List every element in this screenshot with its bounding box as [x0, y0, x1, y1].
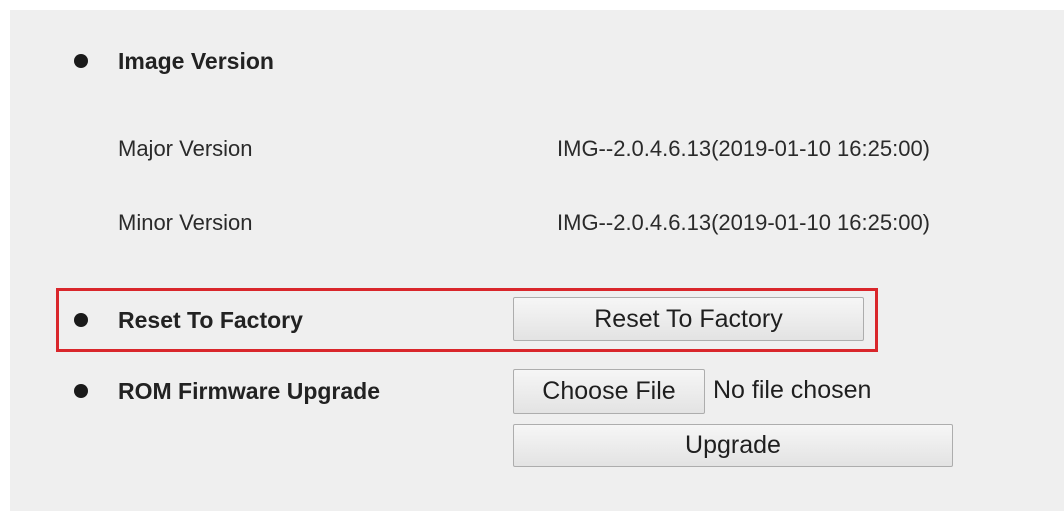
- reset-to-factory-button[interactable]: Reset To Factory: [513, 297, 864, 341]
- bullet-icon: [74, 313, 88, 327]
- reset-to-factory-title: Reset To Factory: [118, 307, 303, 333]
- upgrade-button[interactable]: Upgrade: [513, 424, 953, 467]
- major-version-value: IMG--2.0.4.6.13(2019-01-10 16:25:00): [557, 136, 931, 161]
- minor-version-value: IMG--2.0.4.6.13(2019-01-10 16:25:00): [557, 210, 931, 235]
- bullet-icon: [74, 54, 88, 68]
- rom-firmware-upgrade-title: ROM Firmware Upgrade: [118, 378, 380, 404]
- minor-version-label: Minor Version: [118, 210, 253, 235]
- major-version-label: Major Version: [118, 136, 253, 161]
- no-file-chosen-text: No file chosen: [713, 376, 872, 404]
- bullet-icon: [74, 384, 88, 398]
- image-version-title: Image Version: [118, 48, 274, 74]
- choose-file-button[interactable]: Choose File: [513, 369, 705, 414]
